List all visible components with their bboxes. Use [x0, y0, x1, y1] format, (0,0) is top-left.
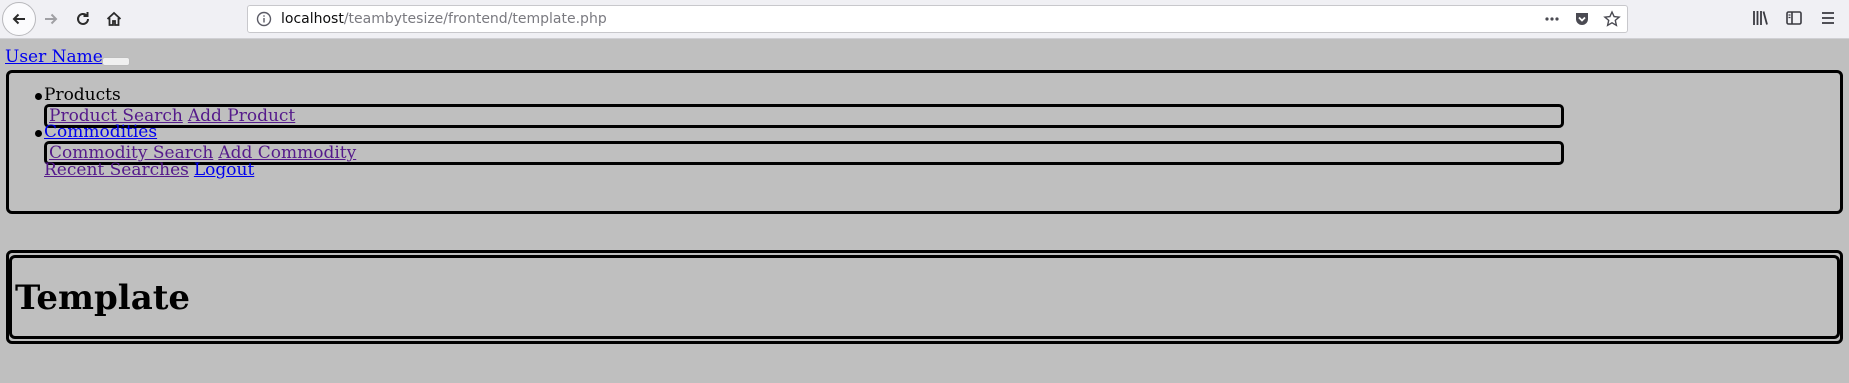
page-content: User Name Products Product Search Add Pro…	[0, 39, 1849, 383]
nav-extra-links: Recent Searches Logout	[44, 160, 259, 180]
title-panel: Template	[9, 255, 1840, 339]
main-container: Template	[6, 250, 1843, 344]
list-bullet	[35, 130, 42, 137]
arrow-left-icon	[12, 13, 25, 25]
arrow-right-icon	[45, 13, 58, 25]
add-product-link[interactable]: Add Product	[188, 106, 295, 126]
forward-button[interactable]	[38, 6, 64, 32]
pocket-icon[interactable]	[1573, 10, 1591, 28]
reload-button[interactable]	[70, 6, 96, 32]
list-bullet	[35, 93, 42, 100]
commodities-submenu: Commodity Search Add Commodity	[44, 141, 1564, 165]
reload-icon	[77, 12, 89, 25]
recent-searches-link[interactable]: Recent Searches	[44, 160, 189, 180]
nav-products-label: Products	[44, 85, 121, 105]
browser-toolbar: localhost/teambytesize/frontend/template…	[0, 0, 1849, 39]
url-text[interactable]: localhost/teambytesize/frontend/template…	[281, 11, 607, 27]
logout-link[interactable]: Logout	[194, 160, 254, 180]
library-icon[interactable]	[1750, 8, 1770, 28]
bookmark-star-icon[interactable]	[1603, 10, 1621, 28]
info-icon[interactable]	[256, 11, 272, 27]
more-actions-icon[interactable]	[1543, 10, 1561, 28]
user-menu-button[interactable]	[102, 57, 130, 66]
sidebar-icon[interactable]	[1784, 8, 1804, 28]
page-title: Template	[15, 278, 191, 318]
address-bar[interactable]: localhost/teambytesize/frontend/template…	[247, 5, 1628, 33]
back-button[interactable]	[2, 2, 36, 36]
menu-icon[interactable]	[1818, 8, 1838, 28]
user-name-link[interactable]: User Name	[5, 47, 103, 67]
home-icon	[106, 11, 122, 26]
navigation-menu: Products Product Search Add Product Commo…	[6, 70, 1843, 214]
home-button[interactable]	[101, 6, 127, 32]
nav-commodities-link[interactable]: Commodities	[44, 122, 157, 142]
products-submenu: Product Search Add Product	[44, 104, 1564, 128]
